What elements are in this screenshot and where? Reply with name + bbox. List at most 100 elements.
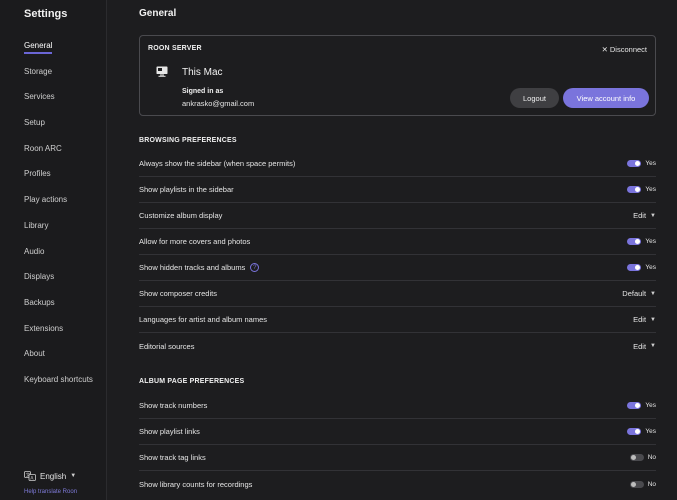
- sidebar-item-label: Extensions: [24, 323, 64, 333]
- toggle-more-covers[interactable]: Yes: [627, 238, 656, 245]
- sidebar-item-label: Storage: [24, 66, 53, 76]
- page-title: General: [139, 8, 177, 19]
- app-title: Settings: [24, 8, 68, 20]
- sidebar-item-label: Roon ARC: [24, 143, 62, 153]
- setting-label: Allow for more covers and photos: [139, 237, 251, 246]
- toggle-switch: [627, 238, 642, 245]
- setting-label: Always show the sidebar (when space perm…: [139, 159, 296, 168]
- sidebar-item-displays[interactable]: Displays: [24, 271, 93, 297]
- sidebar-item-label: Setup: [24, 118, 45, 128]
- sidebar-item-library[interactable]: Library: [24, 220, 93, 246]
- dropdown-value: Edit: [633, 341, 647, 351]
- browsing-preferences-heading: BROWSING PREFERENCES: [139, 137, 237, 144]
- sidebar-item-label: Backups: [24, 297, 55, 307]
- setting-label: Customize album display: [139, 211, 223, 220]
- sidebar-item-setup[interactable]: Setup: [24, 117, 93, 143]
- disconnect-button[interactable]: ✕ Disconnect: [602, 45, 647, 54]
- sidebar-item-label: Play actions: [24, 195, 68, 205]
- sidebar-item-storage[interactable]: Storage: [24, 66, 93, 92]
- sidebar-item-about[interactable]: About: [24, 348, 93, 374]
- toggle-show-playlists-sidebar[interactable]: Yes: [627, 186, 656, 193]
- logout-button[interactable]: Logout: [510, 88, 559, 108]
- setting-row-playlist-links: Show playlist links Yes: [139, 419, 656, 445]
- sidebar-item-play-actions[interactable]: Play actions: [24, 194, 93, 220]
- toggle-value: Yes: [645, 264, 656, 271]
- sidebar-item-audio[interactable]: Audio: [24, 246, 93, 272]
- toggle-switch: [627, 160, 642, 167]
- setting-label: Show track numbers: [139, 401, 208, 410]
- setting-label: Editorial sources: [139, 341, 195, 351]
- help-translate-link[interactable]: Help translate Roon: [24, 489, 77, 495]
- signed-in-label: Signed in as: [182, 88, 224, 95]
- setting-label: Show playlist links: [139, 427, 200, 436]
- sidebar-item-roon-arc[interactable]: Roon ARC: [24, 143, 93, 169]
- view-account-info-button[interactable]: View account info: [563, 88, 649, 108]
- toggle-switch: [629, 480, 644, 488]
- sidebar-item-services[interactable]: Services: [24, 91, 93, 117]
- main-content: General ROON SERVER ✕ Disconnect This Ma…: [107, 0, 677, 500]
- setting-row-languages: Languages for artist and album names Edi…: [139, 307, 656, 333]
- toggle-switch: [627, 402, 642, 409]
- sidebar-item-label: Profiles: [24, 169, 51, 179]
- language-selector[interactable]: 文 A English ▼: [24, 471, 76, 481]
- toggle-value: Yes: [645, 428, 656, 435]
- toggle-hidden-tracks[interactable]: Yes: [627, 264, 656, 271]
- sidebar-item-label: General: [24, 41, 53, 54]
- sidebar-item-backups[interactable]: Backups: [24, 297, 93, 323]
- toggle-always-show-sidebar[interactable]: Yes: [627, 160, 656, 167]
- caret-down-icon: ▼: [650, 290, 656, 297]
- sidebar-item-keyboard-shortcuts[interactable]: Keyboard shortcuts: [24, 374, 93, 400]
- sidebar-item-profiles[interactable]: Profiles: [24, 168, 93, 194]
- caret-down-icon: ▼: [70, 473, 77, 479]
- caret-down-icon: ▼: [650, 212, 656, 219]
- mac-computer-icon: [156, 66, 168, 77]
- sidebar-nav: General Storage Services Setup Roon ARC …: [24, 40, 93, 400]
- setting-label: Show hidden tracks and albums: [139, 263, 246, 272]
- setting-row-show-playlists-sidebar: Show playlists in the sidebar Yes: [139, 177, 656, 203]
- language-label: English: [40, 471, 67, 481]
- dropdown-editorial-sources[interactable]: Edit ▼: [633, 342, 656, 351]
- setting-label: Show library counts for recordings: [139, 479, 253, 489]
- sidebar-item-extensions[interactable]: Extensions: [24, 323, 93, 349]
- toggle-value: Yes: [645, 186, 656, 193]
- setting-row-library-counts: Show library counts for recordings No: [139, 471, 656, 497]
- toggle-switch: [627, 186, 642, 193]
- account-email: ankrasko@gmail.com: [182, 99, 255, 108]
- toggle-library-counts[interactable]: No: [629, 480, 656, 488]
- close-icon: ✕: [601, 45, 608, 54]
- dropdown-customize-album-display[interactable]: Edit ▼: [633, 211, 656, 220]
- toggle-track-tag-links[interactable]: No: [629, 454, 656, 461]
- toggle-switch: [627, 264, 642, 271]
- toggle-switch: [629, 454, 644, 461]
- sidebar: Settings General Storage Services Setup …: [0, 0, 107, 500]
- disconnect-label: Disconnect: [609, 45, 647, 54]
- setting-row-more-covers: Allow for more covers and photos Yes: [139, 229, 656, 255]
- setting-row-hidden-tracks: Show hidden tracks and albums ? Yes: [139, 255, 656, 281]
- toggle-switch: [627, 428, 642, 435]
- setting-row-track-numbers: Show track numbers Yes: [139, 393, 656, 419]
- dropdown-composer-credits[interactable]: Default ▼: [622, 289, 656, 298]
- help-circle-icon[interactable]: ?: [250, 263, 260, 272]
- dropdown-value: Edit: [633, 211, 647, 220]
- setting-row-composer-credits: Show composer credits Default ▼: [139, 281, 656, 307]
- setting-row-customize-album-display: Customize album display Edit ▼: [139, 203, 656, 229]
- toggle-playlist-links[interactable]: Yes: [627, 428, 656, 435]
- sidebar-item-label: Library: [24, 220, 49, 230]
- caret-down-icon: ▼: [650, 316, 656, 323]
- toggle-value: No: [647, 454, 656, 461]
- sidebar-item-label: Keyboard shortcuts: [24, 374, 93, 384]
- toggle-value: Yes: [645, 402, 656, 409]
- dropdown-value: Default: [622, 289, 647, 298]
- dropdown-languages[interactable]: Edit ▼: [633, 315, 656, 324]
- album-preferences-heading: ALBUM PAGE PREFERENCES: [139, 378, 245, 385]
- toggle-track-numbers[interactable]: Yes: [627, 402, 656, 409]
- sidebar-item-general[interactable]: General: [24, 40, 93, 66]
- setting-label: Show composer credits: [139, 289, 217, 298]
- sidebar-item-label: About: [24, 349, 45, 359]
- sidebar-item-label: Audio: [24, 246, 45, 256]
- toggle-value: Yes: [645, 238, 656, 245]
- setting-label: Languages for artist and album names: [139, 315, 267, 324]
- server-name: This Mac: [182, 67, 223, 78]
- setting-row-track-tag-links: Show track tag links No: [139, 445, 656, 471]
- caret-down-icon: ▼: [650, 343, 656, 349]
